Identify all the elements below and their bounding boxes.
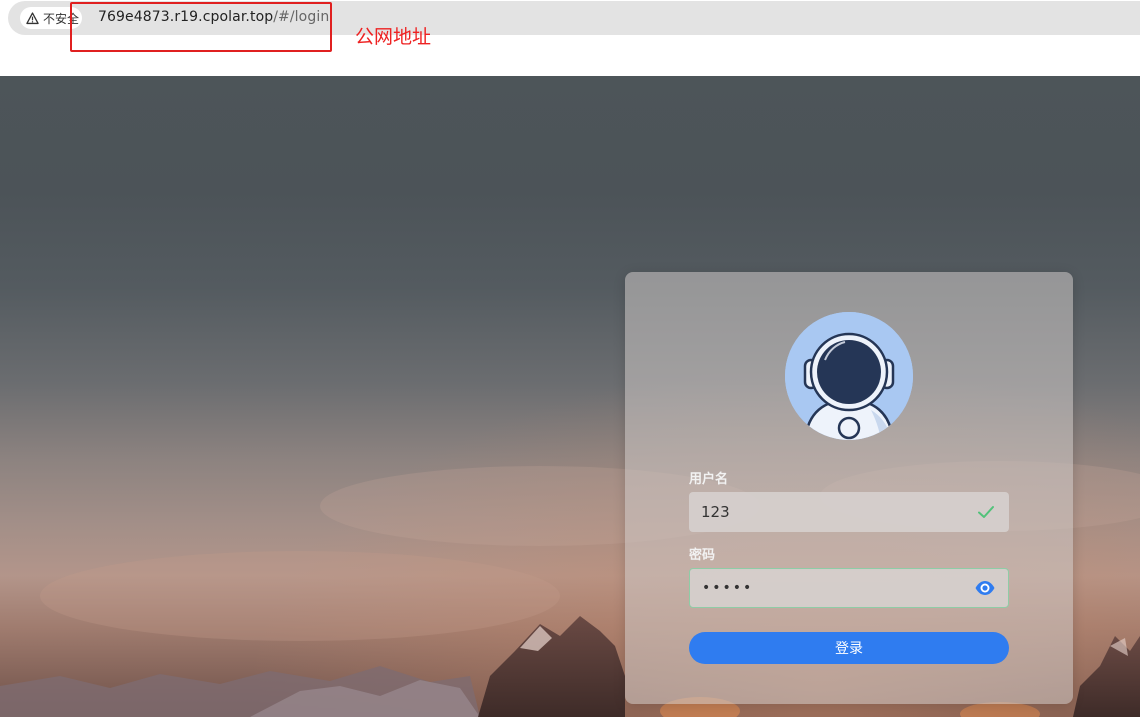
browser-toolbar: 不安全 769e4873.r19.cpolar.top/#/login 公网地址 [0, 0, 1140, 76]
warning-triangle-icon [26, 11, 39, 24]
annotation-box [70, 2, 332, 52]
password-input[interactable]: ••••• [702, 580, 974, 596]
login-card: 用户名 123 密码 ••••• 登录 [625, 272, 1073, 704]
screenshot-root: 不安全 769e4873.r19.cpolar.top/#/login 公网地址 [0, 0, 1140, 717]
login-button[interactable]: 登录 [689, 632, 1009, 664]
username-input[interactable]: 123 [701, 503, 975, 521]
username-label: 用户名 [689, 472, 729, 487]
eye-icon[interactable] [974, 577, 996, 599]
password-field[interactable]: ••••• [689, 568, 1009, 608]
username-field[interactable]: 123 [689, 492, 1009, 532]
password-label: 密码 [689, 548, 716, 563]
astronaut-avatar-icon [785, 312, 913, 440]
annotation-label: 公网地址 [355, 26, 432, 48]
check-icon [975, 501, 997, 523]
